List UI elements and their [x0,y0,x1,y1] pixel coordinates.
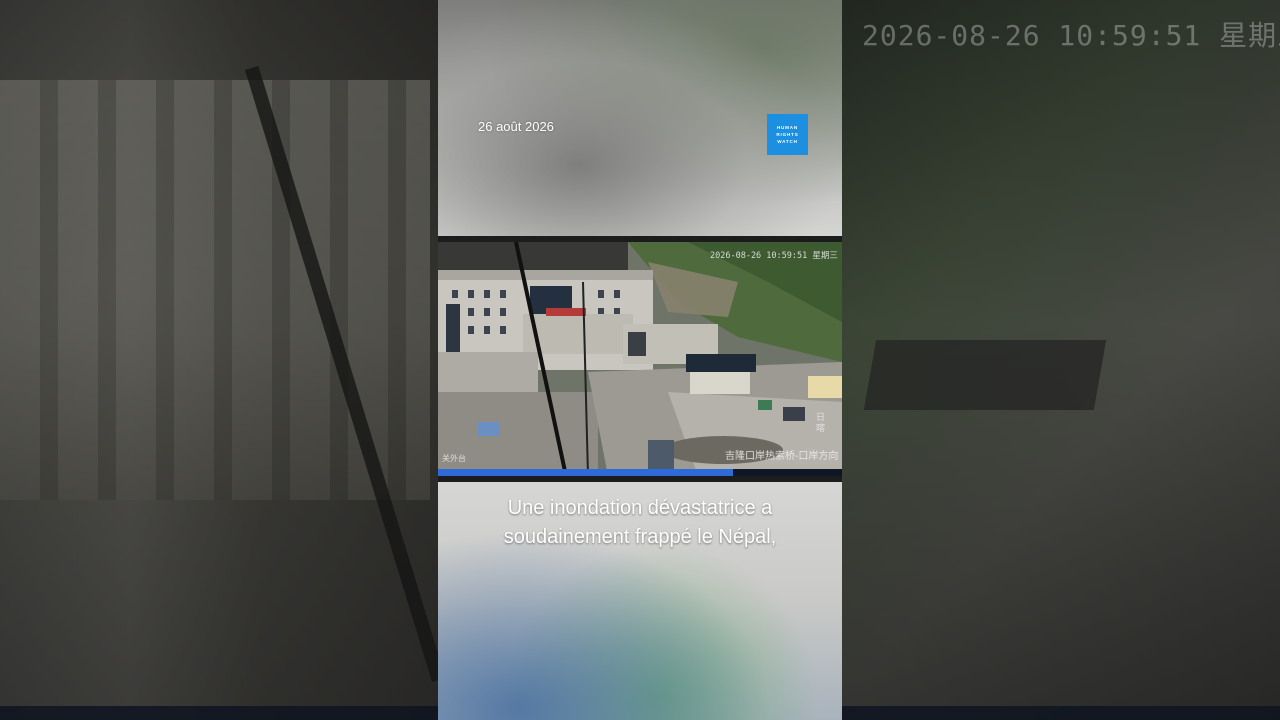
cctv-footage: 2026-08-26 10:59:51 星期三 吉隆口岸热索桥-口岸方向 关外台… [438,236,842,482]
backdrop-timestamp: 2026-08-26 10:59:51 星期三 [862,19,1280,52]
cctv-scene [438,242,842,476]
human-rights-watch-logo-icon: HUMAN RIGHTS WATCH [767,114,808,155]
video-progress-bar[interactable] [438,469,842,476]
cctv-side-label: 日喀 [816,412,826,433]
subtitle-caption: Une inondation dévastatrice a soudaineme… [438,494,842,552]
cctv-timestamp: 2026-08-26 10:59:51 星期三 [710,251,838,261]
cctv-left-label: 关外台 [442,454,466,463]
caption-line-1: Une inondation dévastatrice a [507,497,773,519]
backdrop-roof [863,340,1107,410]
video-progress-fill [438,469,733,476]
cctv-location-label: 吉隆口岸热索桥-口岸方向 [725,451,839,462]
logo-line-1: HUMAN [776,125,799,130]
video-frame[interactable]: 26 août 2026 HUMAN RIGHTS WATCH 2026-08-… [438,0,842,720]
logo-line-2: RIGHTS [776,132,799,137]
caption-line-2: soudainement frappé le Népal, [503,526,777,548]
blurred-backdrop-left [0,0,446,720]
logo-line-3: WATCH [777,139,798,144]
post-date: 26 août 2026 [478,119,554,134]
